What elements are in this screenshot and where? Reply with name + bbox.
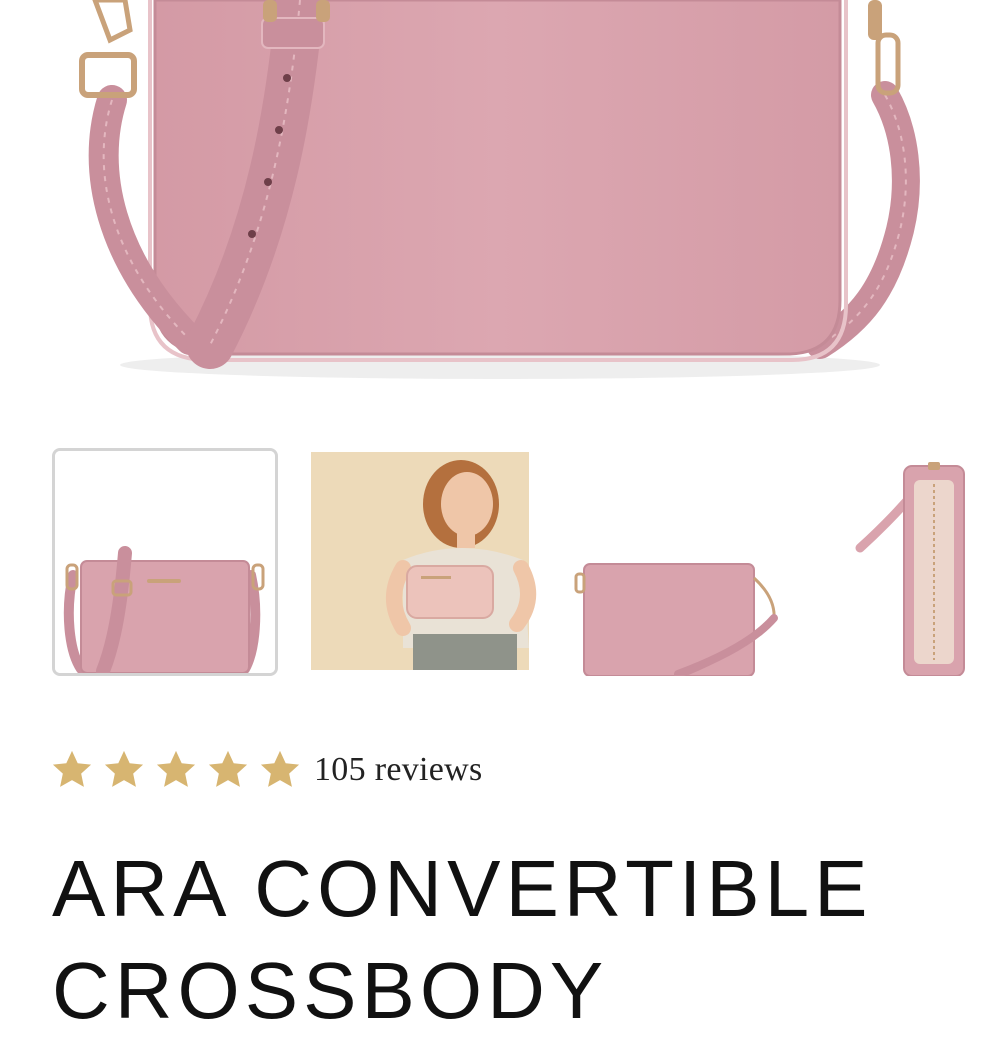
star-filled-icon <box>52 750 92 787</box>
thumbnail-front-view[interactable] <box>52 448 278 676</box>
product-rating[interactable]: 105 reviews <box>50 742 483 798</box>
star-filled-icon <box>208 750 248 787</box>
product-title: ARA CONVERTIBLE CROSSBODY <box>52 838 872 1042</box>
star-filled-icon <box>156 750 196 787</box>
thumbnail-front-bag-image <box>55 451 275 673</box>
reviews-count-link[interactable]: 105 reviews <box>314 751 483 789</box>
thumbnail-gallery <box>0 440 1000 690</box>
thumbnail-model-holding-clutch[interactable] <box>311 448 537 676</box>
thumbnail-interior-image <box>824 448 1000 676</box>
product-title-line-2: CROSSBODY <box>52 946 609 1035</box>
star-filled-icon <box>260 750 300 787</box>
thumbnail-open-interior-view[interactable] <box>824 448 1000 676</box>
hero-bag-illustration <box>79 0 920 379</box>
product-title-line-1: ARA CONVERTIBLE <box>52 844 873 933</box>
thumbnail-clutch-image <box>568 448 794 676</box>
hero-product-image[interactable] <box>0 0 1000 415</box>
star-filled-icon <box>104 750 144 787</box>
thumbnail-clutch-with-wristlet[interactable] <box>568 448 794 676</box>
thumbnail-model-image <box>311 452 536 670</box>
